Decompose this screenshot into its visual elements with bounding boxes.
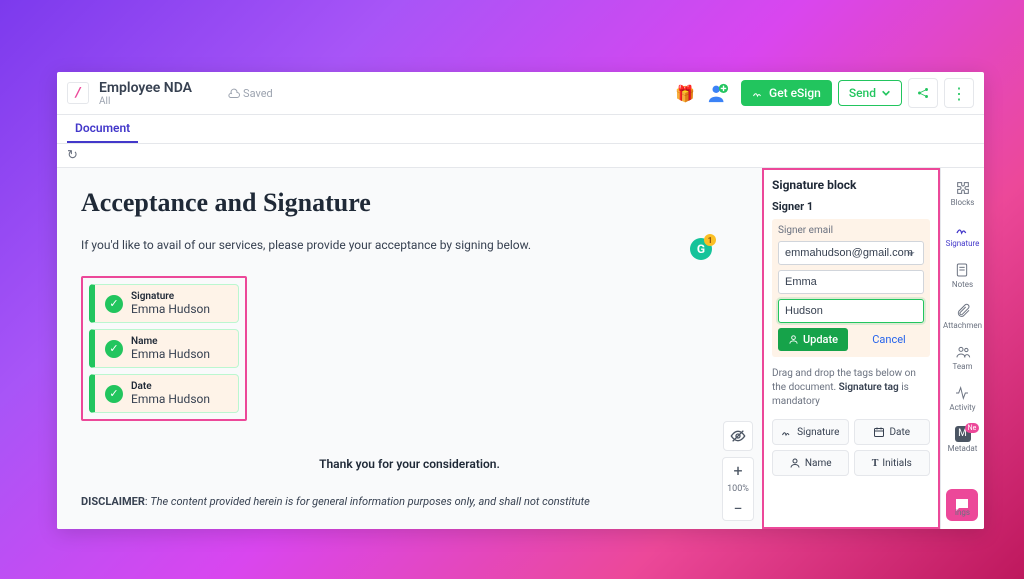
send-button[interactable]: Send xyxy=(838,80,902,106)
rail-blocks[interactable]: Blocks xyxy=(951,180,975,207)
right-rail: Blocks Signature Notes Attachmen xyxy=(940,168,984,529)
title-area: Employee NDA All xyxy=(99,80,192,107)
signer-label: Signer 1 xyxy=(772,200,930,213)
last-name-input[interactable] xyxy=(778,299,924,323)
rail-attachments[interactable]: Attachmen xyxy=(943,303,982,330)
rail-signature[interactable]: Signature xyxy=(946,221,980,248)
gift-icon[interactable]: 🎁 xyxy=(675,84,695,103)
signer-email-select[interactable]: emmahudson@gmail.com xyxy=(778,241,924,265)
drag-instructions: Drag and drop the tags below on the docu… xyxy=(772,367,930,409)
visibility-toggle[interactable] xyxy=(723,421,753,451)
tag-date[interactable]: Date xyxy=(854,419,931,445)
attachment-icon xyxy=(955,303,971,319)
signature-field[interactable]: ✓ Signature Emma Hudson xyxy=(89,284,239,323)
zoom-out-button[interactable]: − xyxy=(723,496,753,520)
header: / Employee NDA All Saved 🎁 Get eSign Sen… xyxy=(57,72,984,115)
tag-signature[interactable]: Signature xyxy=(772,419,849,445)
document-title: Employee NDA xyxy=(99,80,192,96)
add-user-icon[interactable] xyxy=(707,82,729,104)
refresh-icon[interactable]: ↻ xyxy=(67,148,78,163)
check-icon: ✓ xyxy=(105,295,123,313)
app-logo[interactable]: / xyxy=(67,82,89,104)
tag-grid: Signature Date Name T Initials xyxy=(772,419,930,476)
signature-icon xyxy=(955,221,971,237)
team-icon xyxy=(955,344,971,360)
grammarly-badge[interactable]: G xyxy=(690,238,712,260)
app-window: / Employee NDA All Saved 🎁 Get eSign Sen… xyxy=(57,72,984,529)
tag-initials[interactable]: T Initials xyxy=(854,450,931,476)
update-button[interactable]: Update xyxy=(778,328,848,351)
person-icon xyxy=(788,334,799,345)
zoom-controls: + 100% − xyxy=(722,421,754,521)
document-subtitle: All xyxy=(99,96,192,107)
notes-icon xyxy=(954,262,970,278)
doc-toolbar: ↻ xyxy=(57,144,984,168)
activity-icon xyxy=(954,385,970,401)
signature-fields-group: ✓ Signature Emma Hudson ✓ Name Emma Huds… xyxy=(81,276,247,421)
puzzle-icon xyxy=(955,180,971,196)
saved-indicator: Saved xyxy=(228,87,273,100)
zoom-in-button[interactable]: + xyxy=(723,458,753,482)
text-icon: T xyxy=(872,458,879,469)
check-icon: ✓ xyxy=(105,385,123,403)
zoom-percent: 100% xyxy=(723,482,753,496)
calendar-icon xyxy=(873,426,885,438)
more-button[interactable]: ⋮ xyxy=(944,78,974,108)
signature-block-panel: ✕ Signature block Signer 1 Signer email … xyxy=(762,168,940,529)
rail-settings[interactable]: ings xyxy=(955,508,970,517)
panel-title: Signature block xyxy=(772,178,930,192)
rail-activity[interactable]: Activity xyxy=(949,385,975,412)
thank-you-text: Thank you for your consideration. xyxy=(81,457,738,471)
name-field[interactable]: ✓ Name Emma Hudson xyxy=(89,329,239,368)
doc-heading: Acceptance and Signature xyxy=(81,188,738,218)
rail-team[interactable]: Team xyxy=(953,344,973,371)
cancel-button[interactable]: Cancel xyxy=(854,328,924,351)
document-view: Acceptance and Signature If you'd like t… xyxy=(57,168,762,529)
check-icon: ✓ xyxy=(105,340,123,358)
rail-metadata[interactable]: Ne M Metadat xyxy=(948,426,978,453)
share-button[interactable] xyxy=(908,78,938,108)
new-badge: Ne xyxy=(965,423,980,433)
first-name-input[interactable] xyxy=(778,270,924,294)
tag-name[interactable]: Name xyxy=(772,450,849,476)
signature-icon xyxy=(781,426,793,438)
tabs-bar: Document xyxy=(57,115,984,144)
cloud-icon xyxy=(228,88,240,98)
doc-intro: If you'd like to avail of our services, … xyxy=(81,238,738,252)
saved-label: Saved xyxy=(243,87,273,100)
tab-document[interactable]: Document xyxy=(67,115,138,143)
disclaimer: DISCLAIMER: The content provided herein … xyxy=(81,495,738,508)
main-area: Acceptance and Signature If you'd like t… xyxy=(57,168,984,529)
rail-notes[interactable]: Notes xyxy=(952,262,973,289)
signer-form: Signer email emmahudson@gmail.com Update… xyxy=(772,219,930,357)
person-icon xyxy=(789,457,801,469)
signature-icon xyxy=(752,87,764,99)
get-esign-button[interactable]: Get eSign xyxy=(741,80,832,106)
date-field[interactable]: ✓ Date Emma Hudson xyxy=(89,374,239,413)
chevron-down-icon xyxy=(881,88,891,98)
email-label: Signer email xyxy=(778,225,924,236)
